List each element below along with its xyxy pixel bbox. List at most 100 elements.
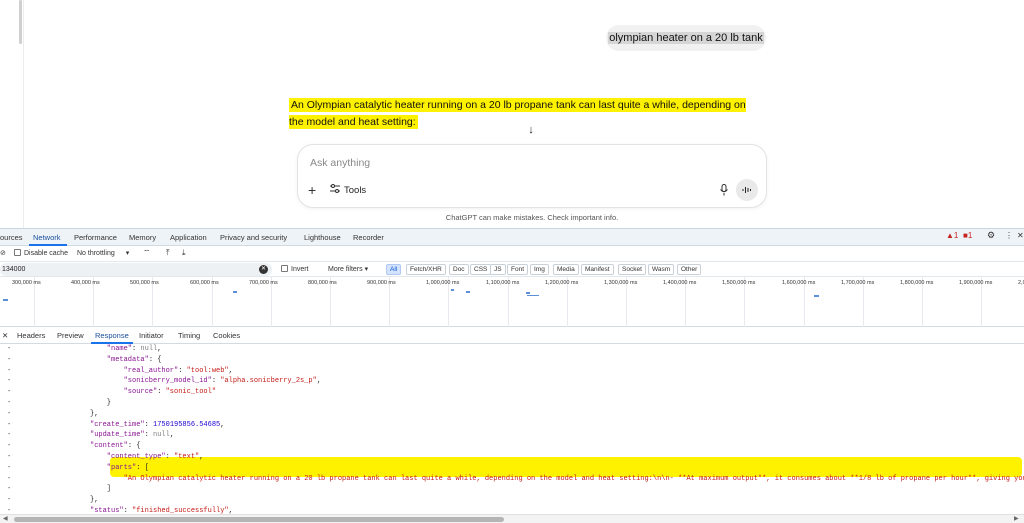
import-har-icon[interactable]: ⤒ [166,248,170,258]
tab-initiator[interactable]: Initiator [139,331,164,340]
filter-js[interactable]: JS [490,264,506,275]
sliders-icon [330,184,340,196]
collapse-marker[interactable]: - [7,475,11,483]
collapse-marker[interactable]: - [7,507,11,514]
disable-cache-checkbox[interactable]: Disable cache [14,249,68,257]
collapse-marker[interactable]: - [7,388,11,396]
clear-filter-icon[interactable]: ✕ [259,265,268,274]
clear-icon[interactable]: ⊘ [0,249,6,257]
tab-performance[interactable]: Performance [74,233,117,242]
collapse-marker[interactable]: - [7,485,11,493]
collapse-marker[interactable]: - [7,377,11,385]
collapse-marker[interactable]: - [7,464,11,472]
sidebar-edge [0,0,24,228]
filter-media[interactable]: Media [553,264,579,275]
filter-other[interactable]: Other [677,264,702,275]
filter-css[interactable]: CSS [470,264,492,275]
network-timeline[interactable]: 300,000 ms 400,000 ms 500,000 ms 600,000 ms… [0,277,1024,327]
tab-recorder[interactable]: Recorder [353,233,384,242]
collapse-marker[interactable]: - [7,442,11,450]
request-marker [451,289,454,291]
filter-fetch-xhr[interactable]: Fetch/XHR [406,264,446,275]
scrollbar-thumb[interactable] [14,517,504,522]
tab-network[interactable]: Network [33,233,61,242]
scroll-down-button[interactable]: ↓ [522,121,540,139]
throttling-select[interactable]: No throttling ▾ [77,249,129,257]
timeline-tick-label: 700,000 ms [249,280,278,286]
horizontal-scrollbar[interactable]: ◀ ▶ [0,514,1024,523]
throttling-value: No throttling [77,250,115,257]
timeline-tick-label: 1,900,000 ms [959,280,993,286]
export-har-icon[interactable]: ⤓ [182,248,186,258]
filter-all[interactable]: All [386,264,402,275]
collapse-marker[interactable]: - [7,421,11,429]
filter-box: ✕ [0,263,272,276]
json-punct: , [169,431,175,440]
collapse-marker[interactable]: - [7,399,11,407]
filter-doc[interactable]: Doc [449,264,469,275]
more-filters-label: More filters [328,266,363,273]
tools-button[interactable]: Tools [330,184,366,196]
json-value: "sonic_tool" [165,388,217,397]
code-line: - "source": "sonic_tool" [0,388,1024,399]
network-conditions-icon[interactable]: ⌔ [143,248,151,258]
collapse-marker[interactable]: - [7,367,11,375]
collapse-marker[interactable]: - [7,431,11,439]
tab-cookies[interactable]: Cookies [213,331,240,340]
prompt-input[interactable] [310,157,670,169]
filter-font[interactable]: Font [507,264,529,275]
error-icon[interactable]: ■1 [963,231,972,240]
filter-manifest[interactable]: Manifest [581,264,614,275]
collapse-marker[interactable]: - [7,453,11,461]
json-value: [ [144,463,149,472]
json-value: null [140,345,158,353]
more-options-icon[interactable]: ⋮ [1005,231,1013,240]
close-icon[interactable]: ✕ [1017,231,1024,240]
scroll-right-icon[interactable]: ▶ [1014,515,1019,522]
collapse-marker[interactable]: - [7,356,11,364]
tab-preview[interactable]: Preview [57,331,84,340]
timeline-tick-label: 1,600,000 ms [782,280,816,286]
voice-mode-icon[interactable] [736,179,758,201]
more-filters-button[interactable]: More filters ▾ [328,265,368,273]
scrollbar[interactable] [19,0,22,44]
close-icon[interactable]: ✕ [2,331,8,340]
tab-response[interactable]: Response [95,331,129,340]
microphone-icon[interactable] [716,181,732,199]
filter-wasm[interactable]: Wasm [648,264,675,275]
collapse-marker[interactable]: - [7,410,11,418]
filter-socket[interactable]: Socket [618,264,646,275]
disclaimer: ChatGPT can make mistakes. Check importa… [445,213,619,222]
code-text: "parts": [ [106,463,149,472]
collapse-marker[interactable]: - [7,345,11,353]
json-value: }, [90,496,99,505]
filter-img[interactable]: Img [530,264,549,275]
tab-timing[interactable]: Timing [178,331,200,340]
request-marker [466,291,470,293]
code-text: }, [90,496,98,504]
request-marker [527,295,539,296]
warning-icon[interactable]: ▲1 [946,231,958,240]
code-line: -] [0,485,1024,496]
scroll-left-icon[interactable]: ◀ [3,515,8,522]
tab-lighthouse[interactable]: Lighthouse [304,233,341,242]
json-value: { [157,355,162,364]
tab-headers[interactable]: Headers [17,331,45,340]
json-value: "finished_successfully" [132,507,229,514]
filter-input[interactable] [2,264,242,275]
network-toolbar: ⊘ Disable cache No throttling ▾ ⌔ ⤒ ⤓ [0,246,1024,262]
tab-sources[interactable]: ources [0,233,23,242]
invert-checkbox[interactable]: Invert [281,265,309,273]
attach-button[interactable]: + [308,183,316,197]
tab-application[interactable]: Application [170,233,207,242]
code-text: "sonicberry_model_id": "alpha.sonicberry… [123,377,322,386]
tab-memory[interactable]: Memory [129,233,156,242]
checkbox-icon [281,265,288,272]
json-value: null [153,431,170,440]
settings-gear-icon[interactable]: ⚙ [987,230,995,241]
json-key: "content" [90,442,128,451]
timeline-tick-label: 1,400,000 ms [663,280,697,286]
tab-privacy-security[interactable]: Privacy and security [220,233,287,242]
collapse-marker[interactable]: - [7,496,11,504]
json-key: "name" [106,345,133,353]
